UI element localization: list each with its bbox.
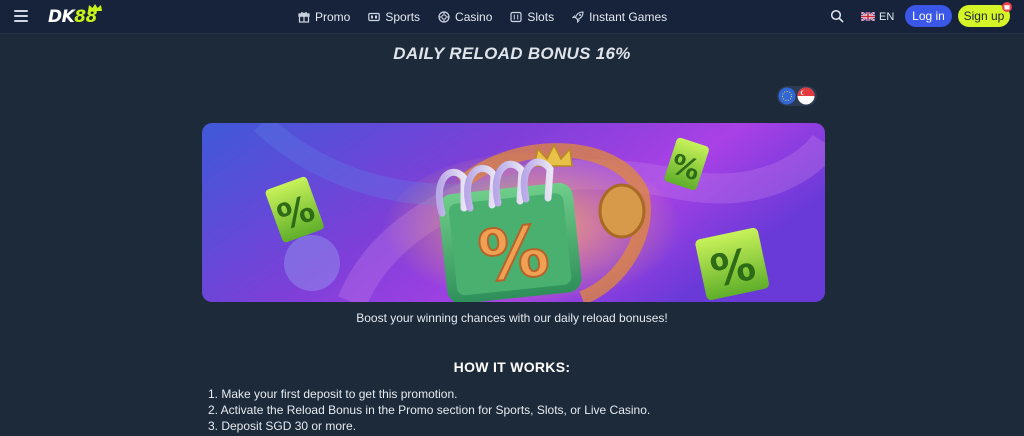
gift-badge-icon <box>1002 2 1012 12</box>
login-button[interactable]: Log in <box>905 5 952 27</box>
signup-button-label: Sign up <box>963 9 1005 23</box>
promo-banner-image: % % % % <box>202 123 825 302</box>
ticket-icon <box>368 12 381 22</box>
region-flag-switch[interactable] <box>777 86 817 106</box>
page-title: DAILY RELOAD BONUS 16% <box>393 44 631 63</box>
eu-flag-icon <box>778 87 796 105</box>
crown-icon <box>88 4 102 11</box>
nav-casino-label: Casino <box>455 10 493 24</box>
nav-slots-label: Slots <box>527 10 555 24</box>
uk-flag-icon <box>861 12 875 21</box>
gift-icon <box>298 12 310 23</box>
nav-instant-games-label: Instant Games <box>589 10 668 24</box>
top-navigation-bar: DK88 Promo Sports Casino Slots Instant G… <box>0 0 1024 34</box>
how-it-works-heading: HOW IT WORKS: <box>453 359 571 375</box>
steps-list: 1. Make your first deposit to get this p… <box>208 386 808 434</box>
list-item: 2. Activate the Reload Bonus in the Prom… <box>208 403 651 417</box>
slot-machine-icon <box>510 11 522 23</box>
singapore-flag-icon <box>797 87 815 105</box>
login-button-label: Log in <box>912 9 945 23</box>
nav-sports-label: Sports <box>385 10 421 24</box>
nav-slots[interactable]: Slots <box>510 10 554 24</box>
hamburger-menu-icon[interactable] <box>14 10 28 22</box>
chip-icon <box>438 11 450 23</box>
nav-promo-label: Promo <box>315 10 351 24</box>
dk88-logo[interactable]: DK88 <box>48 4 108 27</box>
svg-text:%: % <box>475 209 553 298</box>
search-icon[interactable] <box>830 9 844 23</box>
nav-promo[interactable]: Promo <box>298 10 350 24</box>
language-label: EN <box>879 10 895 23</box>
rocket-icon <box>572 11 584 23</box>
promo-subtitle: Boost your winning chances with our dail… <box>356 311 668 325</box>
nav-instant-games[interactable]: Instant Games <box>572 10 667 24</box>
list-item: 1. Make your first deposit to get this p… <box>208 387 458 401</box>
main-nav: Promo Sports Casino Slots Instant Games <box>298 8 685 26</box>
language-selector[interactable]: EN <box>861 9 894 24</box>
list-item: 3. Deposit SGD 30 or more. <box>208 419 357 433</box>
nav-casino[interactable]: Casino <box>438 10 492 24</box>
nav-sports[interactable]: Sports <box>368 10 420 24</box>
